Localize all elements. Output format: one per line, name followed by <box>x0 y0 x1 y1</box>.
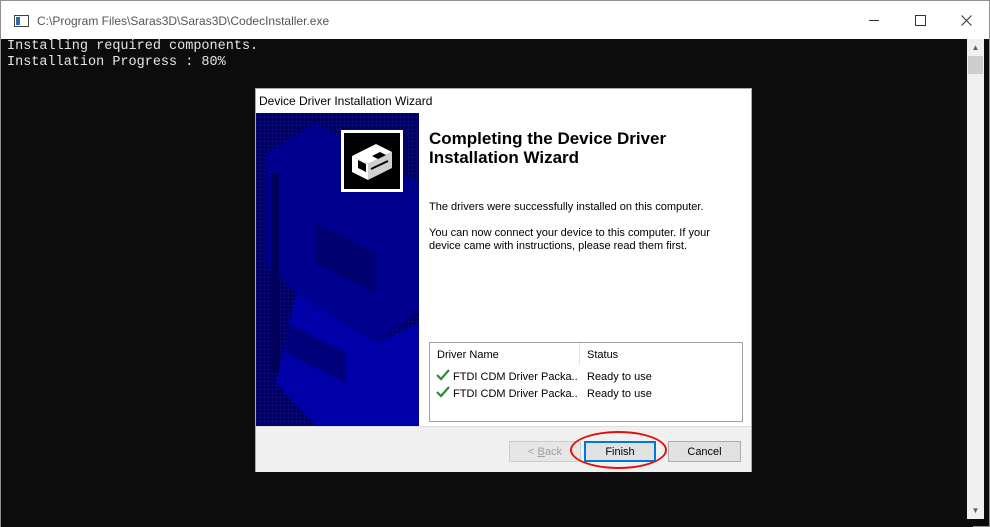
table-row[interactable]: FTDI CDM Driver Packa... Ready to use <box>430 386 742 404</box>
finish-button[interactable]: Finish <box>584 441 656 462</box>
close-icon <box>960 14 972 26</box>
wizard-banner <box>256 113 419 426</box>
close-button[interactable] <box>943 1 989 39</box>
wizard-heading: Completing the Device Driver Installatio… <box>429 129 667 167</box>
scroll-down-icon[interactable]: ▼ <box>967 502 984 519</box>
column-header-status[interactable]: Status <box>587 349 618 361</box>
title-bar[interactable]: C:\Program Files\Saras3D\Saras3D\CodecIn… <box>1 1 989 39</box>
checkmark-icon <box>436 369 450 381</box>
maximize-button[interactable] <box>897 1 943 39</box>
driver-status-cell: Ready to use <box>587 388 652 400</box>
back-button-prefix: < <box>528 445 538 458</box>
column-header-driver-name[interactable]: Driver Name <box>437 349 499 361</box>
checkmark-icon <box>436 386 450 398</box>
driver-box-icon <box>341 130 403 192</box>
driver-list-table[interactable]: Driver Name Status FTDI CDM Driver Packa… <box>429 342 743 422</box>
hardware-drive-icon <box>352 144 392 180</box>
console-line: Installing required components. <box>7 39 259 54</box>
driver-name-cell: FTDI CDM Driver Packa... <box>453 371 578 383</box>
driver-name-cell: FTDI CDM Driver Packa... <box>453 388 578 400</box>
scroll-up-icon[interactable]: ▲ <box>967 39 984 56</box>
column-divider[interactable] <box>579 343 580 365</box>
table-row[interactable]: FTDI CDM Driver Packa... Ready to use <box>430 369 742 387</box>
success-message: The drivers were successfully installed … <box>429 201 704 213</box>
maximize-icon <box>914 14 926 26</box>
window-title: C:\Program Files\Saras3D\Saras3D\CodecIn… <box>37 14 330 28</box>
driver-status-cell: Ready to use <box>587 371 652 383</box>
console-line: Installation Progress : 80% <box>7 55 226 70</box>
vertical-scrollbar[interactable]: ▲ ▼ <box>967 39 984 519</box>
minimize-icon <box>869 19 879 21</box>
instructions-message: You can now connect your device to this … <box>429 227 710 252</box>
wizard-button-bar: < Back Finish Cancel <box>256 426 751 472</box>
minimize-button[interactable] <box>851 1 897 39</box>
scroll-thumb[interactable] <box>968 56 983 74</box>
dialog-title: Device Driver Installation Wizard <box>259 94 433 108</box>
back-button-rest: ack <box>544 445 562 458</box>
cancel-button[interactable]: Cancel <box>668 441 741 462</box>
console-app-icon <box>14 15 29 27</box>
back-button[interactable]: < Back <box>509 441 581 462</box>
back-button-mnemonic: B <box>537 445 545 458</box>
driver-wizard-dialog: Device Driver Installation Wizard Comple… <box>255 88 752 472</box>
